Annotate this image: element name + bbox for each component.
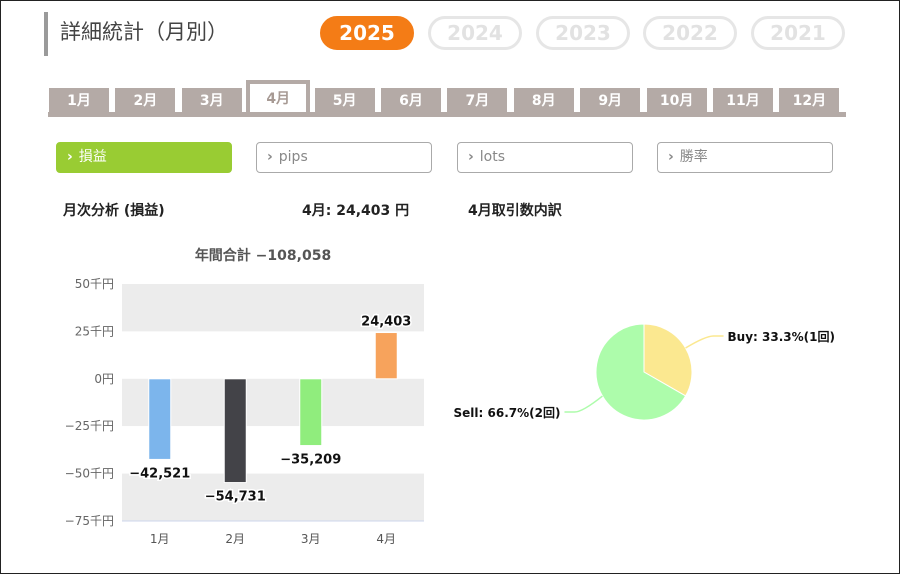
chevron-right-icon: › [468,149,474,165]
x-tick-label: 3月 [301,532,321,546]
year-tab-2[interactable]: 2023 [536,16,630,50]
metric-button-label: pips [278,149,308,165]
pie-slice-label: Sell: 66.7%(2回) [454,406,561,420]
month-tab-9[interactable]: 10月 [646,88,707,112]
bar-0[interactable] [148,378,172,460]
month-tab-8[interactable]: 9月 [580,88,641,112]
year-tab-0[interactable]: 2025 [320,16,414,50]
trade-breakdown-pie-chart: Buy: 33.3%(1回) Sell: 66.7%(2回) [454,323,835,421]
metric-button-2[interactable]: › lots [457,142,633,173]
monthly-analysis-heading: 月次分析 (損益) [63,203,165,219]
y-tick-label: 0円 [94,372,114,386]
month-tab-0[interactable]: 1月 [49,88,109,112]
trades-breakdown-heading: 4月取引数内訳 [468,203,562,219]
bar-value-label: −35,209 [280,453,341,468]
month-tab-2[interactable]: 3月 [181,88,242,112]
x-tick-label: 2月 [225,532,245,546]
bar-value-label: −54,731 [205,490,266,505]
month-tab-1[interactable]: 2月 [115,88,176,112]
bar-2[interactable] [299,378,323,447]
month-tab-3[interactable]: 4月 [246,80,311,114]
year-tab-1[interactable]: 2024 [428,16,522,50]
y-tick-label: −75千円 [65,514,114,528]
y-tick-label: 50千円 [75,277,114,291]
year-tab-4[interactable]: 2021 [751,16,845,50]
year-tab-3[interactable]: 2022 [643,16,737,50]
bar-1[interactable] [223,378,247,484]
y-tick-label: −25千円 [65,419,114,433]
y-tick-label: −50千円 [65,467,114,481]
month-tab-11[interactable]: 12月 [779,88,840,112]
metric-button-label: 勝率 [679,149,708,165]
pie-slice-label: Buy: 33.3%(1回) [728,330,835,344]
month-tab-7[interactable]: 8月 [513,88,574,112]
month-tab-4[interactable]: 5月 [314,88,375,112]
title-block: 詳細統計（月別） [44,12,228,56]
bar-value-label: −42,521 [129,466,190,481]
chart-title: 年間合計 −108,058 [195,247,331,264]
pie-connector [564,395,603,413]
y-tick-label: 25千円 [75,324,114,338]
month-value: 4月: 24,403 円 [302,203,410,219]
metric-button-label: lots [479,149,506,165]
chevron-right-icon: › [67,149,73,165]
metric-button-0[interactable]: › 損益 [56,142,232,173]
month-tabs-underline [48,112,846,117]
month-tab-6[interactable]: 7月 [447,88,508,112]
monthly-pnl-bar-chart: 年間合計 −108,058 50千円 25千円 0円 −25千円 −50千円 −75千円 −4… [65,247,424,546]
metric-button-3[interactable]: › 勝率 [657,142,833,173]
month-tab-5[interactable]: 6月 [381,88,441,112]
metric-button-label: 損益 [78,149,107,165]
bar-3[interactable] [374,332,398,380]
metric-button-1[interactable]: › pips [256,142,432,173]
month-tab-10[interactable]: 11月 [713,88,773,112]
chevron-right-icon: › [267,149,273,165]
page-title: 詳細統計（月別） [60,20,228,44]
chevron-right-icon: › [668,149,674,165]
pie-connector [685,335,724,349]
x-tick-label: 4月 [376,532,396,546]
x-tick-label: 1月 [150,532,170,546]
bar-value-label: 24,403 [361,315,411,330]
